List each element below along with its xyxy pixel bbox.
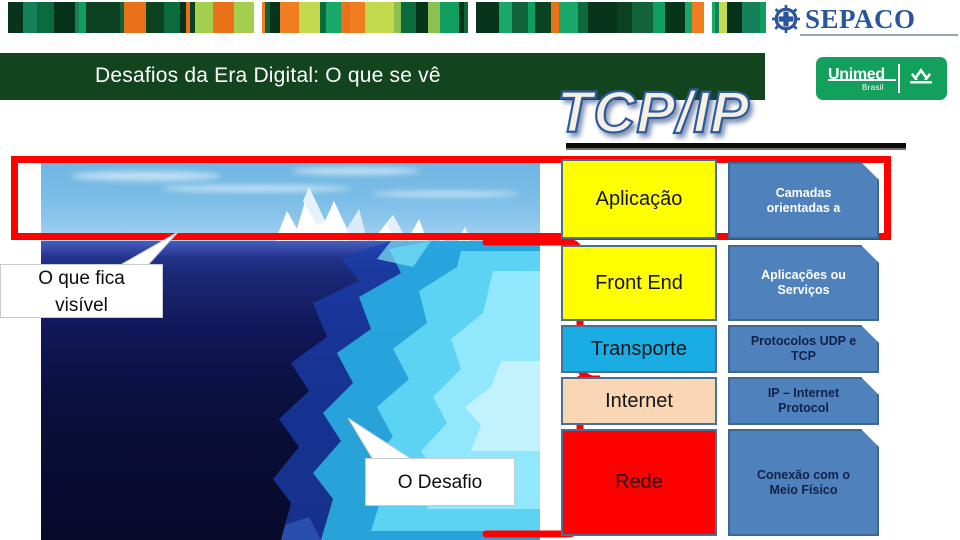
layer-desc-internet: IP – Internet Protocol — [728, 377, 879, 425]
layer-desc-label: IP – Internet Protocol — [767, 386, 840, 415]
layer-label: Internet — [605, 389, 673, 412]
layer-desc-transporte: Protocolos UDP e TCP — [728, 325, 879, 373]
callout-visivel-line2: visível — [55, 295, 108, 316]
layer-desc-label: Conexão com o Meio Físico — [756, 467, 851, 497]
callout-o-desafio: O Desafio — [365, 458, 515, 506]
layer-desc-front-end: Aplicações ou Serviços — [728, 245, 879, 321]
layer-box-aplica-o[interactable]: Aplicação — [561, 159, 717, 239]
layer-desc-aplica-o: Camadas orientadas a — [728, 162, 879, 239]
tcpip-underline-shadow — [566, 148, 906, 150]
sepaco-gear-cross-icon — [772, 5, 800, 33]
layer-label: Aplicação — [595, 187, 683, 210]
layer-desc-rede: Conexão com o Meio Físico — [728, 429, 879, 536]
layer-label: Rede — [615, 471, 663, 493]
callout-visivel-line1: O que fica — [38, 268, 125, 289]
layer-box-rede[interactable]: Rede — [561, 429, 717, 536]
layer-desc-label: Camadas orientadas a — [766, 185, 841, 215]
unimed-underline — [828, 79, 896, 81]
callout-o-que-fica-visivel: O que fica visível — [0, 264, 163, 318]
layer-label: Front End — [595, 271, 683, 294]
slide-canvas: SEPACO Desafios da Era Digital: O que se… — [0, 0, 960, 540]
callout-desafio-line1: O Desafio — [397, 472, 483, 493]
tcpip-wordart: TCP/IP — [553, 82, 913, 144]
layer-box-front-end[interactable]: Front End — [561, 245, 717, 321]
layer-box-internet[interactable]: Internet — [561, 377, 717, 425]
sepaco-wordmark: SEPACO — [805, 3, 916, 34]
sepaco-underline — [800, 34, 958, 36]
layer-desc-label: Aplicações ou Serviços — [761, 268, 846, 297]
layer-label: Transporte — [591, 337, 687, 360]
sepaco-logo: SEPACO — [772, 1, 958, 37]
page-title: Desafios da Era Digital: O que se vê — [95, 64, 441, 87]
layer-desc-label: Protocolos UDP e TCP — [750, 334, 857, 363]
layer-box-transporte[interactable]: Transporte — [561, 325, 717, 373]
svg-text:TCP/IP: TCP/IP — [557, 82, 750, 144]
